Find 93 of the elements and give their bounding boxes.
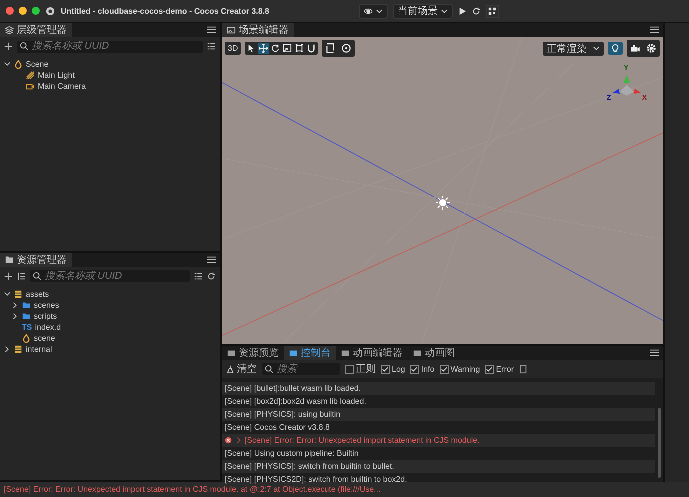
checkbox[interactable] xyxy=(485,364,494,374)
database-icon xyxy=(14,344,23,354)
close-window-button[interactable] xyxy=(6,7,14,15)
app-logo-icon xyxy=(46,6,55,16)
filter-label[interactable]: 正则 xyxy=(356,362,376,376)
menu-icon[interactable] xyxy=(650,349,659,357)
scrollbar-thumb[interactable] xyxy=(658,408,661,478)
add-icon[interactable] xyxy=(4,272,13,280)
move-tool-button[interactable] xyxy=(258,43,270,54)
scene-dropdown[interactable]: 当前场景 xyxy=(393,4,453,18)
log-text: [Scene] [PHYSICS]: using builtin xyxy=(225,410,341,419)
asset-item[interactable]: index.d xyxy=(35,322,62,332)
console-tab[interactable]: 动画图 xyxy=(408,346,460,360)
platform-dropdown[interactable] xyxy=(359,4,388,18)
scene-icon xyxy=(14,60,23,69)
search-field[interactable]: 搜索 xyxy=(262,363,340,375)
hierarchy-tab[interactable]: 层级管理器 xyxy=(0,23,72,37)
filter-label[interactable]: Warning xyxy=(450,364,480,374)
panel-icon xyxy=(289,348,298,358)
copy-icon[interactable] xyxy=(518,364,528,374)
scene-editor-tab[interactable]: 场景编辑器 xyxy=(222,23,294,37)
caret-icon xyxy=(441,8,448,14)
refresh-icon[interactable] xyxy=(207,272,216,280)
log-text: [Scene] Cocos Creator v3.8.8 xyxy=(225,423,330,432)
asset-item[interactable]: scenes xyxy=(34,300,60,310)
minimize-window-button[interactable] xyxy=(19,7,27,15)
log-text: [Scene] [PHYSICS2D]: switch from builtin to box2d. xyxy=(225,475,408,484)
asset-item[interactable]: assets xyxy=(26,290,50,298)
asset-item[interactable]: internal xyxy=(26,344,52,354)
error-icon xyxy=(225,437,232,444)
caret-icon xyxy=(593,46,600,51)
search-field[interactable]: 搜索名称或 UUID xyxy=(17,40,203,52)
caret-icon xyxy=(376,8,383,14)
log-text: [Scene] Using custom pipeline: Builtin xyxy=(225,449,359,458)
view-mode-toggle[interactable]: 3D xyxy=(225,42,242,55)
play-icon[interactable] xyxy=(458,6,467,16)
search-field[interactable]: 搜索名称或 UUID xyxy=(30,270,190,282)
log-text: [Scene] [bullet]:bullet wasm lib loaded. xyxy=(225,384,362,393)
menu-icon[interactable] xyxy=(650,26,659,34)
checkbox[interactable] xyxy=(345,364,354,374)
camera-icon xyxy=(26,82,35,91)
checkbox[interactable] xyxy=(381,364,390,374)
layers-icon xyxy=(5,26,14,34)
folder-icon xyxy=(5,255,14,264)
tree-item[interactable]: Main Light xyxy=(38,71,75,80)
filter-label[interactable]: Info xyxy=(421,364,435,374)
typescript-label: TS xyxy=(22,322,32,332)
tree-item[interactable]: Main Camera xyxy=(38,82,86,91)
refresh-icon[interactable] xyxy=(472,6,481,16)
search-icon xyxy=(33,272,42,280)
scene-icon xyxy=(22,334,31,342)
rect-tool-button[interactable] xyxy=(294,43,306,54)
console-tab[interactable]: 动画编辑器 xyxy=(336,346,408,360)
filter-label[interactable]: Error xyxy=(496,364,514,374)
settings-icon[interactable] xyxy=(644,41,659,56)
render-mode-dropdown[interactable]: 正常渲染 xyxy=(543,42,604,56)
asset-item[interactable]: scripts xyxy=(34,312,58,320)
database-icon xyxy=(14,290,23,298)
console-tab[interactable]: 控制台 xyxy=(284,346,336,360)
snap-tool-button[interactable] xyxy=(306,43,318,54)
rotate-tool-button[interactable] xyxy=(270,43,282,54)
checkbox[interactable] xyxy=(440,364,449,374)
checkbox[interactable] xyxy=(410,364,420,374)
search-icon xyxy=(265,364,274,374)
log-text: [Scene] Error: Error: Unexpected import statement in CJS module. xyxy=(245,436,480,445)
qr-code-icon[interactable] xyxy=(486,4,499,18)
add-icon[interactable] xyxy=(4,42,13,51)
assets-tab[interactable]: 资源管理器 xyxy=(0,252,72,266)
log-text: [Scene] [PHYSICS]: switch from builtin to bullet. xyxy=(225,462,394,471)
sort-icon[interactable] xyxy=(207,42,216,51)
picture-icon xyxy=(227,26,236,34)
clear-button[interactable]: 清空 xyxy=(226,362,257,376)
menu-icon[interactable] xyxy=(207,26,216,34)
tree-item[interactable]: Scene xyxy=(26,60,49,69)
menu-icon[interactable] xyxy=(207,256,216,264)
window-title: Untitled - cloudbase-cocos-demo - Cocos Creator 3.8.8 xyxy=(61,6,270,16)
console-tab[interactable]: 资源预览 xyxy=(222,346,284,360)
sort-icon[interactable] xyxy=(17,272,26,280)
list-icon[interactable] xyxy=(194,272,203,280)
lighting-toggle[interactable] xyxy=(608,42,623,55)
panel-icon xyxy=(413,348,422,358)
panel-icon xyxy=(227,348,236,358)
light-bulb-icon xyxy=(611,44,620,53)
filter-label[interactable]: Log xyxy=(392,364,406,374)
light-icon xyxy=(26,71,35,80)
search-icon xyxy=(20,42,29,51)
scale-tool-button[interactable] xyxy=(282,43,294,54)
asset-item[interactable]: scene xyxy=(34,334,56,342)
light-gizmo-icon[interactable] xyxy=(436,196,450,210)
log-text: [Scene] [box2d]:box2d wasm lib loaded. xyxy=(225,397,366,406)
status-message: [Scene] Error: Error: Unexpected import statement in CJS module. at @:2:7 at Object.execute (file:///Use... xyxy=(4,485,381,494)
maximize-window-button[interactable] xyxy=(32,7,40,15)
panel-icon xyxy=(341,348,350,358)
